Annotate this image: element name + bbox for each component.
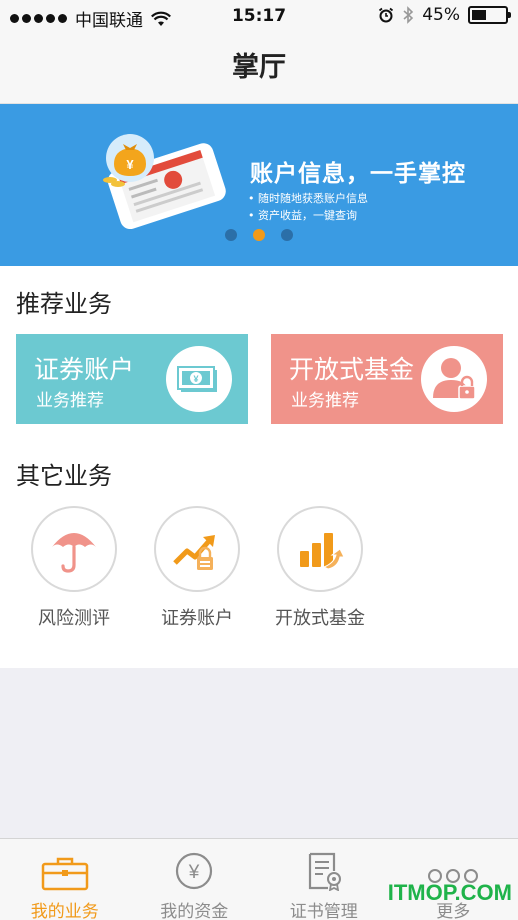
bluetooth-icon [403,6,414,24]
svg-text:¥: ¥ [188,862,200,883]
status-right: 45% [378,5,511,25]
battery-percent: 45% [422,5,460,25]
card-open-fund[interactable]: 开放式基金 业务推荐 [271,334,503,424]
watermark: ITMOP.COM [387,880,512,905]
briefcase-icon [0,845,130,891]
banner-pager[interactable] [0,229,518,241]
page-title: 掌厅 [232,52,286,83]
main-content: 推荐业务 证券账户 业务推荐 ¥ 开放式基金 业务推荐 其它业务 风险测评 证券… [0,266,518,668]
banner-bullet: 随时随地获悉账户信息 [248,190,368,207]
card-securities-account[interactable]: 证券账户 业务推荐 ¥ [16,334,248,424]
svg-text:¥: ¥ [126,157,134,172]
phone-money-illustration: ¥ [103,134,226,230]
banner-bullets: 随时随地获悉账户信息 资产收益，一键查询 [248,190,368,224]
battery-icon [468,6,511,24]
yuan-icon: ¥ [130,845,260,891]
other-item-securities-account[interactable]: 证券账户 [137,506,257,630]
pager-dot-1[interactable] [225,229,237,241]
money-stack-icon: ¥ [166,346,232,412]
other-item-risk-assessment[interactable]: 风险测评 [14,506,134,630]
tab-my-funds[interactable]: ¥ 我的资金 [130,839,260,920]
banner-bullet: 资产收益，一键查询 [248,207,368,224]
card-subtitle: 业务推荐 [36,391,104,411]
umbrella-icon [31,506,117,592]
alarm-icon [379,7,394,23]
tab-label: 证书管理 [289,902,358,920]
banner-title: 账户信息，一手掌控 [250,161,466,187]
card-subtitle: 业务推荐 [291,391,359,411]
tab-bar: 我的业务 ¥ 我的资金 证书管理 更多 [0,838,518,920]
pager-dot-3[interactable] [281,229,293,241]
tab-my-business[interactable]: 我的业务 [0,839,130,920]
other-item-label: 开放式基金 [275,608,365,629]
other-item-open-fund[interactable]: 开放式基金 [260,506,380,630]
bar-chart-arrow-icon [277,506,363,592]
other-section-title: 其它业务 [16,462,112,490]
recommended-section-title: 推荐业务 [16,290,112,318]
tab-certificate-management[interactable]: 证书管理 [259,839,389,920]
user-lock-icon [421,346,487,412]
tab-label: 我的业务 [30,902,99,920]
tab-label: 我的资金 [160,902,229,920]
svg-text:¥: ¥ [193,374,198,384]
certificate-icon [259,845,389,891]
trend-lock-icon [154,506,240,592]
status-bar: 中国联通 15:17 45% [0,0,518,32]
card-title: 证券账户 [34,355,135,384]
card-title: 开放式基金 [289,355,415,384]
pager-dot-2-active[interactable] [253,229,265,241]
other-item-label: 风险测评 [38,608,110,629]
promo-banner[interactable]: ¥ 账户信息，一手掌控 随时随地获悉账户信息 资产收益，一键查询 [0,104,518,266]
other-item-label: 证券账户 [161,608,233,629]
nav-bar: 掌厅 [0,32,518,104]
